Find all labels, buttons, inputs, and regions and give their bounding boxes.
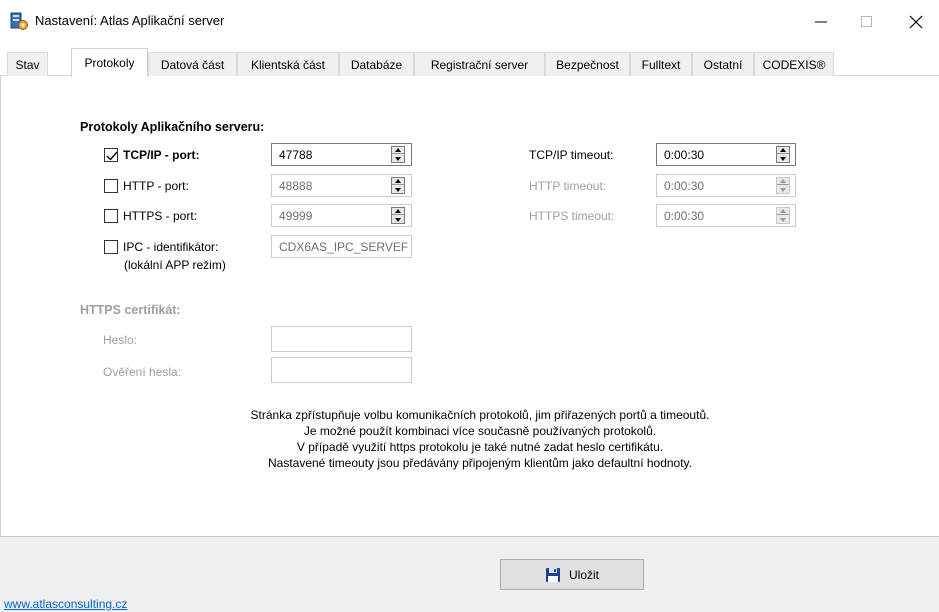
title-bar: Nastavení: Atlas Aplikační server bbox=[0, 0, 939, 44]
spin-down-icon[interactable] bbox=[392, 186, 404, 193]
ipc-label: IPC - identifikátor: bbox=[123, 240, 219, 254]
website-link[interactable]: www.atlasconsulting.cz bbox=[4, 597, 127, 611]
tab-fulltext[interactable]: Fulltext bbox=[630, 52, 692, 76]
password-label: Heslo: bbox=[103, 333, 138, 347]
http-checkbox[interactable] bbox=[104, 179, 118, 193]
password-input[interactable] bbox=[271, 326, 412, 352]
tab-ostatni[interactable]: Ostatní bbox=[692, 52, 754, 76]
save-button[interactable]: Uložit bbox=[500, 559, 644, 590]
protocols-section-title: Protokoly Aplikačního serveru: bbox=[80, 120, 265, 134]
spin-up-icon[interactable] bbox=[777, 178, 789, 185]
info-line: Stránka zpřístupňuje volbu komunikačních… bbox=[250, 408, 710, 422]
tcp-port-label: TCP/IP - port: bbox=[123, 148, 200, 162]
certificate-section-title: HTTPS certifikát: bbox=[80, 303, 181, 317]
ipc-sublabel: (lokální APP režim) bbox=[124, 258, 226, 272]
spin-down-icon[interactable] bbox=[392, 216, 404, 223]
tcp-port-value: 47788 bbox=[279, 147, 313, 162]
info-line: Nastavené timeouty jsou předávány připoj… bbox=[267, 456, 693, 470]
spin-down-icon[interactable] bbox=[777, 155, 789, 162]
spin-up-icon[interactable] bbox=[777, 147, 789, 154]
https-timeout-input[interactable]: 0:00:30 bbox=[656, 204, 796, 227]
window-title: Nastavení: Atlas Aplikační server bbox=[35, 13, 225, 28]
spin-up-icon[interactable] bbox=[777, 208, 789, 215]
http-port-value: 48888 bbox=[279, 178, 313, 193]
http-timeout-spinner[interactable] bbox=[776, 177, 790, 194]
server-settings-icon bbox=[10, 12, 28, 30]
tab-datova-cast[interactable]: Datová část bbox=[148, 52, 237, 76]
tab-klientska-cast[interactable]: Klientská část bbox=[237, 52, 339, 76]
tab-bezpecnost[interactable]: Bezpečnost bbox=[545, 52, 630, 76]
https-port-spinner[interactable] bbox=[391, 207, 405, 224]
tcp-checkbox[interactable] bbox=[104, 148, 118, 162]
http-timeout-label: HTTP timeout: bbox=[529, 179, 607, 193]
settings-window: Nastavení: Atlas Aplikační server Stav P… bbox=[0, 0, 939, 612]
tcp-timeout-input[interactable]: 0:00:30 bbox=[656, 143, 796, 166]
checkmark-icon bbox=[106, 151, 118, 161]
https-port-value: 49999 bbox=[279, 208, 313, 223]
tab-stav[interactable]: Stav bbox=[7, 52, 48, 76]
tab-registracni-server[interactable]: Registrační server bbox=[414, 52, 545, 76]
tcp-timeout-label: TCP/IP timeout: bbox=[529, 148, 614, 162]
spin-down-icon[interactable] bbox=[777, 186, 789, 193]
http-timeout-value: 0:00:30 bbox=[664, 178, 705, 193]
http-port-label: HTTP - port: bbox=[123, 179, 189, 193]
spin-up-icon[interactable] bbox=[392, 178, 404, 185]
tab-codexis[interactable]: CODEXIS® bbox=[754, 52, 834, 76]
footer-bar bbox=[0, 536, 939, 612]
spin-down-icon[interactable] bbox=[777, 216, 789, 223]
tcp-timeout-spinner[interactable] bbox=[776, 146, 790, 163]
https-checkbox[interactable] bbox=[104, 209, 118, 223]
https-port-label: HTTPS - port: bbox=[123, 209, 198, 223]
http-port-spinner[interactable] bbox=[391, 177, 405, 194]
maximize-button[interactable] bbox=[844, 0, 890, 44]
spin-up-icon[interactable] bbox=[392, 147, 404, 154]
spin-up-icon[interactable] bbox=[392, 208, 404, 215]
tcp-timeout-value: 0:00:30 bbox=[664, 147, 705, 162]
ipc-identifier-value: CDX6AS_IPC_SERVEF bbox=[279, 239, 409, 254]
ipc-checkbox[interactable] bbox=[104, 240, 118, 254]
https-timeout-value: 0:00:30 bbox=[664, 208, 705, 223]
ipc-identifier-input[interactable]: CDX6AS_IPC_SERVEF bbox=[271, 235, 412, 258]
http-timeout-input[interactable]: 0:00:30 bbox=[656, 174, 796, 197]
tab-databaze[interactable]: Databáze bbox=[339, 52, 414, 76]
save-button-label: Uložit bbox=[568, 567, 599, 582]
tab-protokoly[interactable]: Protokoly bbox=[71, 48, 148, 77]
info-line: V případě využití https protokolu je tak… bbox=[296, 440, 664, 454]
https-timeout-spinner[interactable] bbox=[776, 207, 790, 224]
info-text: Stránka zpřístupňuje volbu komunikačních… bbox=[200, 407, 760, 471]
floppy-disk-icon bbox=[545, 567, 560, 582]
verify-password-input[interactable] bbox=[271, 357, 412, 383]
info-line: Je možné použít kombinaci více současně … bbox=[303, 424, 657, 438]
verify-password-label: Ověření hesla: bbox=[103, 365, 182, 379]
close-button[interactable] bbox=[893, 0, 939, 44]
https-timeout-label: HTTPS timeout: bbox=[529, 209, 615, 223]
minimize-button[interactable] bbox=[798, 0, 844, 44]
tcp-port-spinner[interactable] bbox=[391, 146, 405, 163]
spin-down-icon[interactable] bbox=[392, 155, 404, 162]
